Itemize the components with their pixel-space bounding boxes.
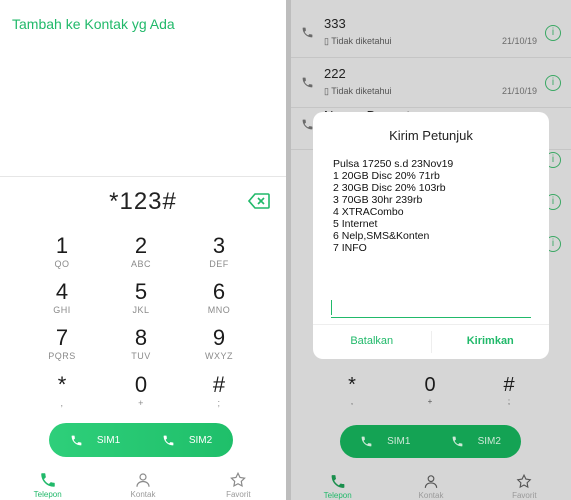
call-number: 222 xyxy=(324,66,346,81)
call-sim-bar: SIM1 SIM2 xyxy=(49,423,233,457)
call-status: ▯ Tidak diketahui xyxy=(324,86,392,96)
send-button[interactable]: Kirimkan xyxy=(432,325,550,359)
call-date: 21/10/19 xyxy=(501,36,537,46)
info-icon[interactable]: i xyxy=(545,75,561,91)
bottom-tab-bar: Telepon Kontak Favorit xyxy=(291,470,571,500)
reply-input[interactable] xyxy=(331,296,531,318)
tab-favorites[interactable]: Favorit xyxy=(191,468,286,500)
phone-icon xyxy=(163,435,174,445)
add-to-existing-contact-link[interactable]: Tambah ke Kontak yg Ada xyxy=(12,16,175,32)
dialer-panel: Tambah ke Kontak yg Ada *123# 1 QO 2 ABC 3… xyxy=(0,0,286,500)
message-line: 5 Internet xyxy=(333,218,378,230)
dial-key-3[interactable]: 3 DEF xyxy=(184,234,254,270)
phone-icon xyxy=(361,436,372,447)
dial-key-5[interactable]: 5 JKL xyxy=(106,280,176,316)
dialog-title: Kirim Petunjuk xyxy=(389,128,473,143)
ussd-dialog: Kirim Petunjuk Pulsa 17250 s.d 23Nov19 1… xyxy=(313,112,549,359)
call-sim-bar: SIM1 SIM2 xyxy=(340,425,521,458)
phone-icon xyxy=(452,436,462,447)
dial-key-0[interactable]: 0 + xyxy=(106,373,176,409)
dialog-message: Pulsa 17250 s.d 23Nov19 1 20GB Disc 20% … xyxy=(333,158,453,254)
info-icon[interactable]: i xyxy=(545,25,561,41)
message-line: 4 XTRACombo xyxy=(333,206,404,218)
tab-contacts[interactable]: Kontak xyxy=(95,468,190,500)
dial-key-6[interactable]: 6 MNO xyxy=(184,280,254,316)
star-icon xyxy=(516,473,532,489)
dial-key-2[interactable]: 2 ABC xyxy=(106,234,176,270)
call-sim2-button[interactable]: SIM2 xyxy=(431,435,522,448)
text-caret xyxy=(331,300,332,315)
message-line: 3 70GB 30hr 239rb xyxy=(333,194,423,206)
dial-key-1[interactable]: 1 QO xyxy=(27,234,97,270)
backspace-icon[interactable] xyxy=(248,193,270,209)
message-line: 1 20GB Disc 20% 71rb xyxy=(333,170,440,182)
person-icon xyxy=(424,475,438,488)
call-date: 21/10/19 xyxy=(501,86,537,96)
dial-key-hash[interactable]: #; xyxy=(479,374,539,406)
dial-key-star[interactable]: *, xyxy=(322,374,382,406)
call-status: ▯ Tidak diketahui xyxy=(324,36,392,46)
phone-icon xyxy=(71,435,82,445)
cancel-button[interactable]: Batalkan xyxy=(313,325,431,359)
tab-phone[interactable]: Telepon xyxy=(291,470,384,500)
person-icon xyxy=(136,473,150,487)
message-line: Pulsa 17250 s.d 23Nov19 xyxy=(333,158,454,170)
call-number: 333 xyxy=(324,16,346,31)
call-sim1-button[interactable]: SIM1 xyxy=(340,435,431,448)
tab-phone[interactable]: Telepon xyxy=(0,468,95,500)
dial-key-9[interactable]: 9 WXYZ xyxy=(184,326,254,362)
phone-icon xyxy=(331,475,345,488)
call-sim1-button[interactable]: SIM1 xyxy=(49,434,141,447)
call-log-icon xyxy=(302,77,313,88)
dial-key-0[interactable]: 0 + xyxy=(400,374,460,406)
bottom-tab-bar: Telepon Kontak Favorit xyxy=(0,468,286,500)
star-icon xyxy=(230,471,247,488)
call-sim2-button[interactable]: SIM2 xyxy=(141,434,233,447)
divider xyxy=(0,176,286,177)
tab-favorites[interactable]: Favorit xyxy=(478,470,571,500)
dialed-number-display[interactable]: *123# xyxy=(0,188,286,216)
dial-key-hash[interactable]: #; xyxy=(184,373,254,409)
dial-key-4[interactable]: 4 GHI xyxy=(27,280,97,316)
dial-key-star[interactable]: *, xyxy=(27,373,97,409)
call-log-row[interactable]: 333 ▯ Tidak diketahui 21/10/19 i xyxy=(291,8,571,58)
message-line: 6 Nelp,SMS&Konten xyxy=(333,230,430,242)
dial-key-7[interactable]: 7 PQRS xyxy=(27,326,97,362)
call-log-icon xyxy=(302,27,313,38)
ussd-result-panel: 333 ▯ Tidak diketahui 21/10/19 i 222 ▯ T… xyxy=(291,0,571,500)
phone-icon xyxy=(40,473,55,487)
dialog-actions: Batalkan Kirimkan xyxy=(313,324,549,359)
dial-key-8[interactable]: 8 TUV xyxy=(106,326,176,362)
tab-contacts[interactable]: Kontak xyxy=(384,470,477,500)
message-line: 2 30GB Disc 20% 103rb xyxy=(333,182,446,194)
message-line: 7 INFO xyxy=(333,242,367,254)
